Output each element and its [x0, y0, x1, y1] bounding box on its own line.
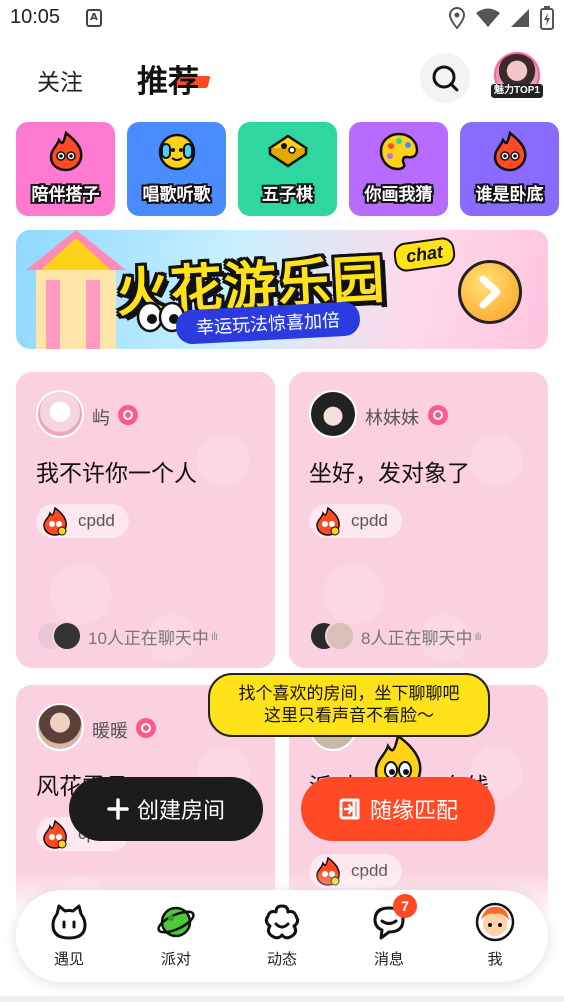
banner-chat-chip: chat — [392, 235, 457, 274]
moments-flower-icon — [264, 904, 300, 940]
category-singing[interactable]: 唱歌听歌 — [127, 122, 226, 216]
tab-follow[interactable]: 关注 — [37, 63, 83, 97]
system-icons — [448, 6, 554, 30]
listener-avatars — [309, 621, 357, 651]
room-card[interactable]: 林妹妹 坐好，发对象了 cpdd 8人正在聊天中 ılı — [289, 372, 548, 668]
enter-room-icon — [339, 798, 360, 820]
host-level-icon — [118, 405, 138, 425]
category-draw-guess[interactable]: 你画我猜 — [349, 122, 448, 216]
host-name: 林妹妹 — [365, 408, 419, 428]
banner-go-button[interactable] — [458, 260, 522, 324]
party-planet-icon — [157, 906, 195, 938]
category-label: 你画我猜 — [364, 185, 433, 204]
location-icon — [448, 7, 466, 29]
status-time: 10:05 — [10, 6, 61, 28]
online-count: 10人正在聊天中 ılı — [36, 621, 218, 651]
charm-top-badge: 魅力TOP1 — [491, 84, 543, 98]
notification-icon: A — [86, 9, 102, 27]
tooltip-line-2: 这里只看声音不看脸～ — [264, 706, 434, 725]
nav-label: 我 — [487, 951, 503, 968]
online-count-text: 8人正在聊天中 — [361, 628, 473, 648]
room-card[interactable]: 屿 我不许你一个人 cpdd 10人正在聊天中 ılı — [16, 372, 275, 668]
meet-icon — [51, 904, 87, 940]
room-tag: cpdd — [36, 504, 129, 538]
online-count-text: 10人正在聊天中 — [88, 628, 209, 648]
home-indicator — [0, 996, 564, 1002]
sound-wave-icon: ılı — [210, 629, 218, 643]
onboarding-tooltip[interactable]: 找个喜欢的房间，坐下聊聊吧 这里只看声音不看脸～ — [208, 673, 490, 737]
unread-badge: 7 — [393, 894, 417, 918]
singing-mascot-icon — [158, 133, 196, 171]
chevron-right-icon — [479, 275, 501, 309]
room-tag: cpdd — [309, 504, 402, 538]
category-spy[interactable]: 谁是卧底 — [460, 122, 559, 216]
category-label: 谁是卧底 — [475, 185, 544, 204]
category-companion[interactable]: 陪伴搭子 — [16, 122, 115, 216]
charm-ranking-avatar[interactable]: 魅力TOP1 — [491, 52, 543, 100]
random-match-button[interactable]: 随缘匹配 — [301, 777, 495, 841]
nav-meet[interactable]: 遇见 — [29, 902, 109, 972]
flame-mascot-icon — [43, 819, 67, 849]
search-icon — [432, 65, 459, 92]
paint-palette-icon — [379, 132, 419, 171]
gomoku-board-icon — [267, 134, 309, 168]
category-gomoku[interactable]: 五子棋 — [238, 122, 337, 216]
nav-messages[interactable]: 7 消息 — [349, 894, 429, 972]
avatar — [325, 621, 355, 651]
promo-banner[interactable]: chat 火花游乐园 幸运玩法惊喜加倍 — [16, 230, 548, 349]
nav-label: 消息 — [373, 951, 404, 968]
nav-label: 派对 — [160, 951, 191, 968]
avatar — [52, 621, 82, 651]
tooltip-line-1: 找个喜欢的房间，坐下聊聊吧 — [238, 684, 460, 703]
host-name: 暖暖 — [92, 721, 128, 741]
room-tag-label: cpdd — [78, 511, 115, 530]
host-avatar[interactable] — [36, 390, 84, 438]
sound-wave-icon: ılı — [474, 629, 481, 643]
room-tag-label: cpdd — [351, 511, 388, 530]
status-bar: 10:05 A — [0, 0, 564, 40]
flame-mascot-icon — [49, 130, 83, 172]
nav-profile[interactable]: 我 — [455, 902, 535, 972]
bottom-navigation: 遇见 派对 动态 7 消息 我 — [16, 890, 548, 982]
category-label: 五子棋 — [262, 185, 313, 204]
plus-icon — [107, 798, 129, 820]
listener-avatars — [36, 621, 84, 651]
create-room-label: 创建房间 — [136, 798, 225, 823]
host-level-icon — [136, 718, 156, 738]
host-level-icon — [428, 405, 448, 425]
random-match-label: 随缘匹配 — [369, 798, 458, 823]
host-avatar[interactable] — [36, 703, 84, 751]
category-label: 陪伴搭子 — [31, 185, 100, 204]
nav-label: 动态 — [266, 951, 297, 968]
signal-icon — [511, 9, 529, 27]
search-button[interactable] — [420, 53, 470, 103]
host-avatar[interactable] — [309, 390, 357, 438]
tab-recommend[interactable]: 推荐 — [137, 56, 199, 101]
spy-mascot-icon — [493, 130, 527, 172]
category-label: 唱歌听歌 — [142, 185, 211, 204]
wifi-icon — [476, 8, 500, 27]
category-strip: 陪伴搭子 唱歌听歌 五子棋 你画我猜 谁是卧底 — [16, 122, 564, 216]
nav-moments[interactable]: 动态 — [242, 902, 322, 972]
room-title: 我不许你一个人 — [36, 460, 197, 486]
battery-icon — [540, 6, 554, 30]
flame-mascot-icon — [316, 506, 340, 536]
online-count: 8人正在聊天中 ılı — [309, 621, 482, 651]
nav-label: 遇见 — [53, 951, 84, 968]
create-room-button[interactable]: 创建房间 — [69, 777, 263, 841]
host-name: 屿 — [92, 408, 110, 428]
flame-mascot-icon — [43, 506, 67, 536]
profile-avatar-icon — [475, 902, 515, 942]
room-title: 坐好，发对象了 — [309, 460, 470, 486]
nav-party[interactable]: 派对 — [136, 902, 216, 972]
